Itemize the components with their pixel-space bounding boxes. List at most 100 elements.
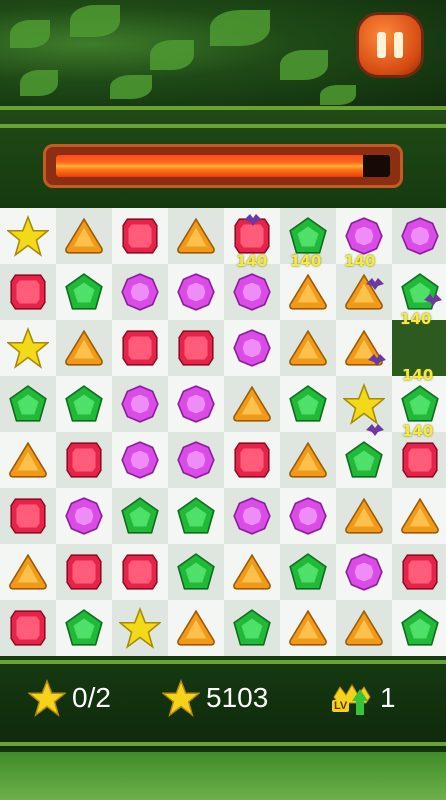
- board-cell[interactable]: [0, 544, 56, 600]
- score-popup: 140: [290, 252, 322, 270]
- board-cell[interactable]: [224, 488, 280, 544]
- board-cell[interactable]: [112, 488, 168, 544]
- board-cell[interactable]: [336, 544, 392, 600]
- score-counter: 5103: [162, 676, 268, 720]
- board-cell[interactable]: [392, 208, 446, 264]
- board-cell[interactable]: [392, 432, 446, 488]
- board-cell[interactable]: [56, 376, 112, 432]
- board-cell[interactable]: [0, 432, 56, 488]
- board-cell[interactable]: [224, 376, 280, 432]
- board-cell[interactable]: [168, 488, 224, 544]
- board-cell[interactable]: [112, 600, 168, 656]
- red-gem-icon: [178, 330, 214, 366]
- board-cell[interactable]: [280, 600, 336, 656]
- pause-button[interactable]: [356, 12, 424, 78]
- red-gem-icon: [122, 218, 158, 254]
- green-gem-icon: [401, 273, 439, 310]
- purple-gem-icon: [177, 385, 215, 423]
- board-cell[interactable]: [224, 320, 280, 376]
- green-gem-icon: [289, 217, 327, 254]
- score-popup: 140: [402, 366, 434, 384]
- purple-gem-icon: [233, 329, 271, 367]
- purple-gem-icon: [121, 273, 159, 311]
- pause-icon: [377, 32, 386, 58]
- board-cell[interactable]: [336, 432, 392, 488]
- stars-counter: 0/2: [28, 676, 111, 720]
- board-cell[interactable]: [392, 544, 446, 600]
- board-cell[interactable]: [112, 320, 168, 376]
- purple-gem-icon: [401, 217, 439, 255]
- board-cell[interactable]: [112, 264, 168, 320]
- board-cell[interactable]: [56, 600, 112, 656]
- red-gem-icon: [402, 442, 438, 478]
- board-cell[interactable]: [336, 264, 392, 320]
- purple-gem-icon: [121, 441, 159, 479]
- board-cell[interactable]: [168, 432, 224, 488]
- board-cell[interactable]: [112, 432, 168, 488]
- board-cell[interactable]: [112, 376, 168, 432]
- orange-gem-icon: [289, 273, 327, 310]
- board-cell[interactable]: [168, 320, 224, 376]
- star-gem-icon: [119, 607, 161, 649]
- purple-gem-icon: [121, 385, 159, 423]
- board-cell[interactable]: [168, 544, 224, 600]
- board-cell[interactable]: [224, 600, 280, 656]
- divider: [0, 124, 446, 128]
- board-cell[interactable]: [280, 376, 336, 432]
- board-cell[interactable]: [392, 488, 446, 544]
- board-cell[interactable]: [336, 320, 392, 376]
- board-cell[interactable]: [224, 432, 280, 488]
- board-cell[interactable]: [224, 544, 280, 600]
- bat-sprite: [244, 214, 262, 226]
- star-gem-icon: [343, 383, 385, 425]
- board-cell[interactable]: [56, 208, 112, 264]
- stars-collected: 0/2: [72, 682, 111, 713]
- board-cell[interactable]: [168, 208, 224, 264]
- board-cell[interactable]: [112, 208, 168, 264]
- board-cell[interactable]: [56, 432, 112, 488]
- green-gem-icon: [401, 385, 439, 422]
- board-cell[interactable]: [0, 600, 56, 656]
- bat-sprite: [368, 354, 386, 366]
- board-cell[interactable]: [168, 600, 224, 656]
- level-value: 1: [380, 682, 396, 713]
- board-cell[interactable]: [0, 208, 56, 264]
- orange-gem-icon: [233, 385, 271, 422]
- star-icon: [28, 679, 66, 717]
- board-cell[interactable]: [168, 264, 224, 320]
- board-cell[interactable]: [168, 376, 224, 432]
- orange-gem-icon: [289, 329, 327, 366]
- green-gem-icon: [177, 553, 215, 590]
- board-cell[interactable]: [112, 544, 168, 600]
- red-gem-icon: [66, 442, 102, 478]
- progress-fill: [56, 155, 364, 177]
- bat-sprite: [366, 278, 384, 290]
- board-cell[interactable]: [336, 488, 392, 544]
- green-gem-icon: [401, 609, 439, 646]
- purple-gem-icon: [345, 553, 383, 591]
- board-cell[interactable]: [280, 544, 336, 600]
- score-value: 5103: [206, 682, 269, 713]
- board-cell[interactable]: [280, 432, 336, 488]
- board-cell[interactable]: [0, 264, 56, 320]
- board-cell[interactable]: [56, 544, 112, 600]
- board-cell[interactable]: [0, 376, 56, 432]
- orange-gem-icon: [65, 329, 103, 366]
- board-cell[interactable]: [280, 320, 336, 376]
- board-cell[interactable]: [56, 264, 112, 320]
- level-badge: LV: [332, 700, 350, 712]
- green-gem-icon: [65, 385, 103, 422]
- board-cell[interactable]: [56, 320, 112, 376]
- board-cell[interactable]: [392, 600, 446, 656]
- orange-gem-icon: [233, 553, 271, 590]
- red-gem-icon: [122, 554, 158, 590]
- score-progress-bar: [43, 144, 403, 188]
- board-cell[interactable]: [224, 264, 280, 320]
- board-cell[interactable]: [56, 488, 112, 544]
- board-cell[interactable]: [0, 320, 56, 376]
- board-cell[interactable]: [280, 488, 336, 544]
- orange-gem-icon: [177, 217, 215, 254]
- board-cell[interactable]: [0, 488, 56, 544]
- board-cell[interactable]: [336, 600, 392, 656]
- board-cell[interactable]: [280, 264, 336, 320]
